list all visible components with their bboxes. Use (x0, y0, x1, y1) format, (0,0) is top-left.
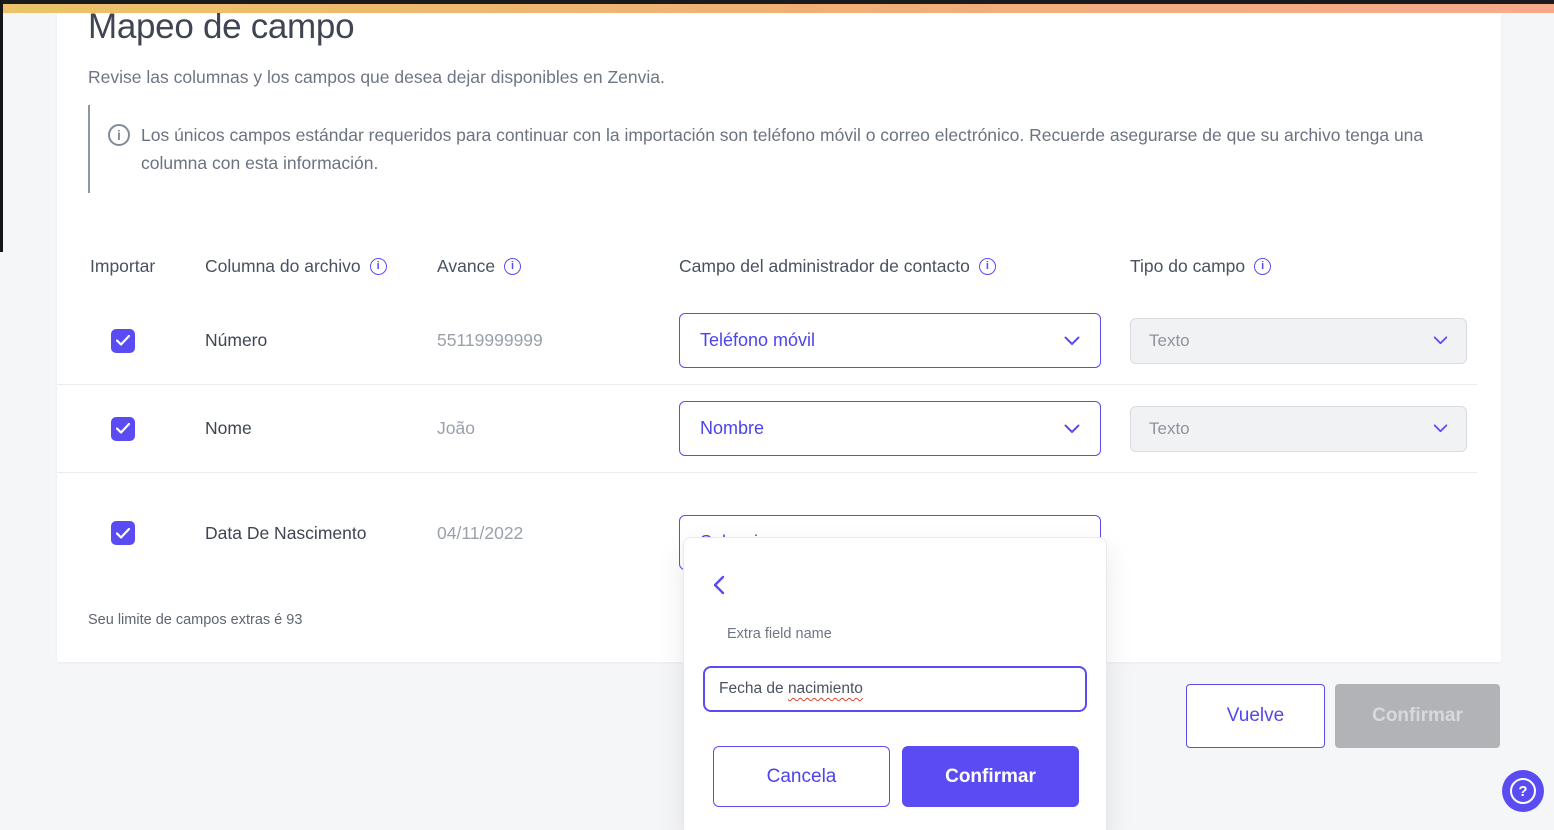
avance-info-icon[interactable]: i (504, 257, 522, 275)
table-row: Nome João Nombre Texto (57, 385, 1477, 473)
field-type-select[interactable]: Texto (1130, 317, 1467, 364)
header-tipo-label: Tipo do campo (1130, 255, 1246, 276)
field-type-value: Texto (1149, 418, 1190, 438)
field-type-select[interactable]: Texto (1130, 405, 1467, 452)
import-checkbox-cell (90, 328, 205, 353)
field-mapping-page: Mapeo de campo Revise las columnas y los… (0, 0, 1554, 830)
check-icon (116, 527, 130, 539)
preview-value: 55119999999 (437, 330, 543, 350)
tipo-info-icon[interactable]: i (1254, 257, 1272, 275)
chevron-left-icon (713, 575, 725, 595)
check-icon (116, 335, 130, 346)
header-importar-label: Importar (90, 255, 156, 276)
chevron-down-icon (1064, 424, 1080, 433)
extra-field-label: Extra field name (727, 626, 832, 642)
file-column-name: Nome (205, 418, 252, 438)
page-subtitle: Revise las columnas y los campos que des… (88, 67, 665, 87)
import-checkbox[interactable] (111, 328, 135, 353)
header-tipo: Tipo do campo i (1130, 256, 1477, 277)
table-row: Número 55119999999 Teléfono móvil Texto (57, 297, 1477, 385)
file-column-name: Data De Nascimento (205, 522, 367, 543)
import-checkbox-cell (90, 521, 205, 545)
chevron-down-icon (1433, 424, 1448, 433)
type-select-cell: Texto (1130, 405, 1477, 452)
back-button[interactable] (709, 574, 731, 596)
brand-gradient-bar (0, 4, 1554, 13)
extra-field-input[interactable]: Fecha de nacimiento (703, 666, 1087, 712)
import-checkbox-cell (90, 416, 205, 441)
preview-value: 04/11/2022 (437, 522, 524, 543)
field-type-value: Texto (1149, 330, 1190, 350)
import-checkbox[interactable] (111, 416, 135, 441)
table-header-row: Importar Columna do archivo i Avance i C… (57, 235, 1477, 297)
window-left-edge (0, 0, 3, 252)
header-avance-label: Avance (437, 255, 496, 276)
page-title: Mapeo de campo (88, 13, 355, 46)
back-footer-button[interactable]: Vuelve (1186, 684, 1325, 748)
preview-value: João (437, 418, 475, 438)
header-campo-label: Campo del administrador de contacto (679, 255, 970, 276)
campo-info-icon[interactable]: i (978, 257, 996, 275)
field-select-cell: Teléfono móvil (679, 313, 1130, 368)
help-button[interactable]: ? (1502, 770, 1544, 812)
header-avance: Avance i (437, 256, 679, 277)
header-importar: Importar (90, 256, 205, 277)
contact-field-value: Nombre (700, 418, 765, 438)
contact-field-select[interactable]: Nombre (679, 401, 1101, 456)
cancel-button[interactable]: Cancela (713, 746, 890, 807)
columna-info-icon[interactable]: i (369, 257, 387, 275)
field-select-cell: Nombre (679, 401, 1130, 456)
confirm-footer-button-disabled[interactable]: Confirmar (1335, 684, 1500, 748)
header-columna: Columna do archivo i (205, 256, 437, 277)
popover-confirm-button[interactable]: Confirmar (902, 746, 1079, 807)
info-note-text: Los únicos campos estándar requeridos pa… (141, 125, 1424, 173)
extra-field-input-text: Fecha de (719, 680, 788, 697)
info-note: i Los únicos campos estándar requeridos … (88, 105, 1478, 193)
extra-field-popover: Extra field name Fecha de nacimiento Can… (683, 537, 1107, 830)
chevron-down-icon (1064, 336, 1080, 345)
contact-field-select[interactable]: Teléfono móvil (679, 313, 1101, 368)
info-icon: i (108, 124, 130, 146)
chevron-down-icon (1433, 336, 1448, 345)
file-column-name: Número (205, 330, 268, 350)
check-icon (116, 423, 130, 434)
import-checkbox[interactable] (111, 521, 135, 545)
header-columna-label: Columna do archivo (205, 255, 361, 276)
extra-field-input-misspelled: nacimiento (787, 680, 863, 697)
popover-buttons: Cancela Confirmar (713, 746, 1079, 807)
extra-fields-limit: Seu limite de campos extras é 93 (88, 612, 303, 628)
type-select-cell: Texto (1130, 317, 1477, 364)
header-campo: Campo del administrador de contacto i (679, 256, 1130, 277)
contact-field-value: Teléfono móvil (700, 330, 816, 350)
question-mark-icon: ? (1510, 778, 1536, 804)
